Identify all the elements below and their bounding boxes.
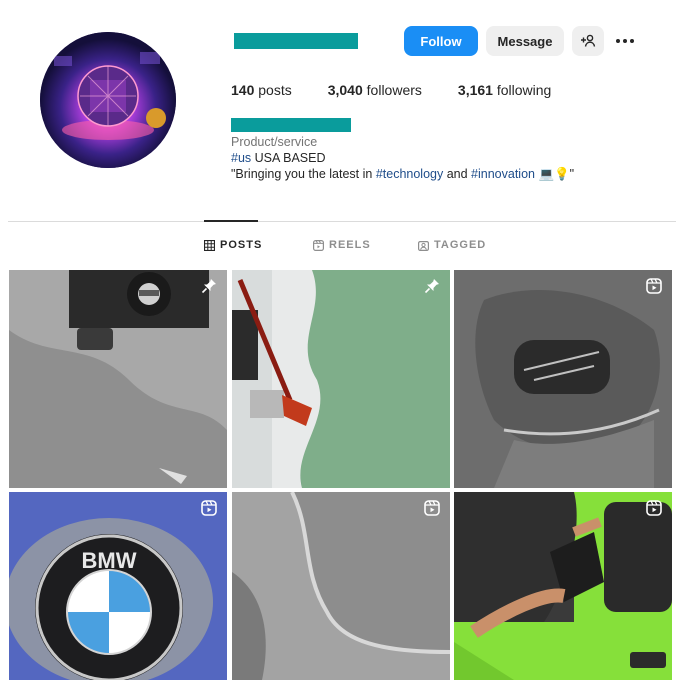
post-image — [454, 492, 672, 680]
tab-reels-label: REELS — [329, 239, 371, 251]
profile-stats: 140 posts 3,040 followers 3,161 followin… — [231, 82, 587, 98]
post-image — [232, 270, 450, 488]
more-options-icon — [616, 39, 634, 43]
profile-bio: Product/service #us USA BASED "Bringing … — [231, 134, 574, 182]
posts-label: posts — [258, 82, 292, 98]
tech-globe-avatar-icon — [40, 32, 176, 168]
bio-line-1-text: USA BASED — [251, 151, 326, 165]
bio-line-1: #us USA BASED — [231, 150, 574, 166]
followers-count: 3,040 — [327, 82, 363, 98]
posts-stat: 140 posts — [231, 82, 292, 98]
tab-reels[interactable]: REELS — [313, 239, 371, 251]
post-image: BMW — [9, 492, 227, 680]
pin-icon — [201, 279, 216, 294]
profile-tabs: POSTS REELS TAGGED — [0, 239, 680, 253]
more-options-button[interactable] — [610, 26, 640, 56]
reel-icon — [201, 500, 217, 516]
following-stat[interactable]: 3,161 following — [458, 82, 551, 98]
hashtag-innovation[interactable]: #innovation — [471, 167, 535, 181]
suggest-people-button[interactable] — [572, 26, 604, 56]
bio-line-2-pre: "Bringing you the latest in — [231, 167, 376, 181]
message-button[interactable]: Message — [486, 26, 564, 56]
reel-badge — [424, 500, 440, 516]
grid-post[interactable] — [454, 270, 672, 488]
reel-icon — [646, 500, 662, 516]
bio-line-2-post: 💻💡" — [535, 167, 575, 181]
grid-post[interactable] — [232, 270, 450, 488]
display-name-redacted — [231, 118, 351, 132]
reel-badge — [201, 500, 217, 516]
grid-post[interactable] — [454, 492, 672, 680]
tab-posts[interactable]: POSTS — [204, 239, 262, 251]
followers-stat[interactable]: 3,040 followers — [328, 82, 422, 98]
username-redacted — [234, 33, 358, 49]
pinned-badge — [201, 278, 217, 294]
tab-posts-label: POSTS — [220, 239, 263, 251]
reel-badge — [646, 500, 662, 516]
posts-count: 140 — [231, 82, 255, 98]
reels-icon — [313, 239, 324, 251]
bio-line-2: "Bringing you the latest in #technology … — [231, 166, 574, 182]
grid-post[interactable]: BMW — [9, 492, 227, 680]
grid-post[interactable] — [9, 270, 227, 488]
tabs-divider — [8, 221, 676, 222]
hashtag-us[interactable]: #us — [231, 151, 251, 165]
active-tab-indicator — [204, 220, 258, 222]
tab-tagged-label: TAGGED — [434, 239, 487, 251]
post-image — [454, 270, 672, 488]
bio-line-2-mid: and — [443, 167, 472, 181]
pinned-badge — [424, 278, 440, 294]
reel-icon — [424, 500, 440, 516]
follow-button[interactable]: Follow — [404, 26, 478, 56]
post-image — [9, 270, 227, 488]
pin-icon — [424, 279, 439, 294]
grid-post[interactable] — [232, 492, 450, 680]
following-count: 3,161 — [457, 82, 493, 98]
followers-label: followers — [366, 82, 422, 98]
tagged-icon — [418, 240, 429, 251]
tab-tagged[interactable]: TAGGED — [418, 239, 486, 251]
post-image — [232, 492, 450, 680]
add-person-icon — [581, 34, 596, 47]
following-label: following — [496, 82, 552, 98]
reel-badge — [646, 278, 662, 294]
reel-icon — [646, 278, 662, 294]
profile-avatar[interactable] — [40, 32, 176, 168]
bmw-badge-lettering: BMW — [82, 548, 137, 573]
grid-icon — [204, 239, 215, 251]
hashtag-technology[interactable]: #technology — [376, 167, 443, 181]
profile-category: Product/service — [231, 135, 318, 149]
